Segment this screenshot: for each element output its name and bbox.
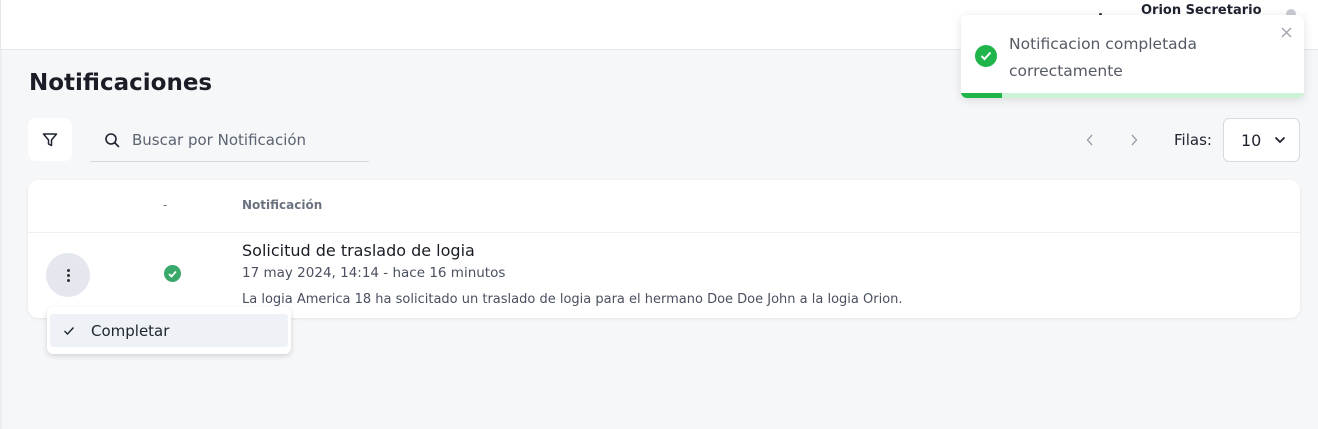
next-page-button[interactable] [1126,130,1142,150]
notifications-table: - Notificación Solicitud de traslado de … [28,180,1300,318]
menu-item-label: Completar [91,321,170,340]
column-header-status[interactable]: - [163,198,167,212]
kebab-dot [66,278,70,282]
rows-per-page-value: 10 [1241,130,1262,150]
row-actions-menu: Completar [47,307,291,354]
page-title: Notificaciones [29,70,213,96]
row-actions-button[interactable] [46,253,90,297]
filter-icon [42,132,58,146]
rows-label: Filas: [1174,131,1212,149]
filter-button[interactable] [28,118,72,161]
prev-page-button[interactable] [1082,130,1098,150]
chevron-left-icon [1086,134,1093,146]
success-check-icon [975,45,997,67]
toast-progress-bar [961,93,1003,98]
notification-date: 17 may 2024, 14:14 - hace 16 minutos [242,265,506,281]
sidebar-edge [0,50,2,429]
success-toast: Notificacion completada correctamente [961,15,1304,98]
check-icon [63,326,75,336]
chevron-down-icon [1274,136,1286,144]
search-box[interactable] [90,118,369,162]
search-icon [104,132,120,148]
chevron-right-icon [1131,134,1138,146]
search-input[interactable] [132,130,352,149]
rows-per-page-select[interactable]: 10 [1223,118,1300,162]
kebab-dot [66,273,70,277]
notification-title: Solicitud de traslado de logia [242,241,475,260]
header-divider [28,232,1300,233]
menu-item-completar[interactable]: Completar [50,314,288,347]
kebab-dot [66,268,70,272]
close-icon[interactable] [1279,25,1293,39]
toast-progress-track [961,93,1304,98]
toast-message: Notificacion completada correctamente [1009,35,1198,80]
notification-description: La logia America 18 ha solicitado un tra… [242,292,903,307]
column-header-notification[interactable]: Notificación [242,198,322,212]
status-completed-icon [164,265,181,282]
